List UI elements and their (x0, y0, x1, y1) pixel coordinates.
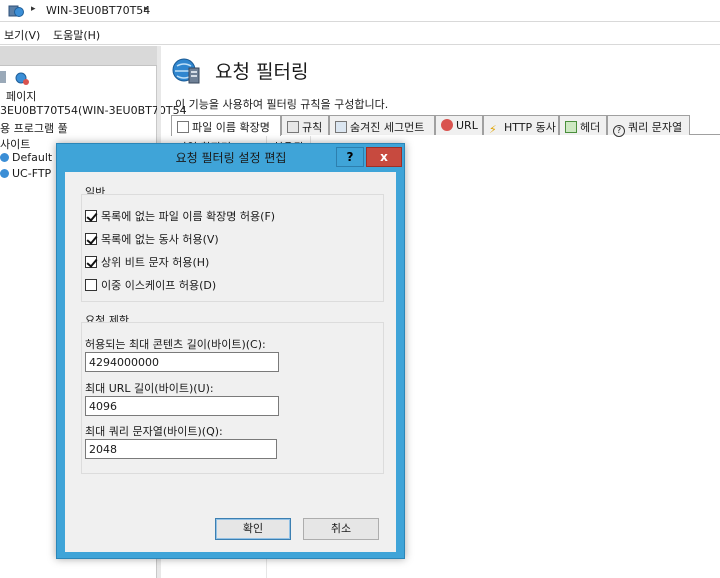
connections-toolbar (0, 68, 157, 88)
close-button[interactable]: x (366, 147, 402, 167)
breadcrumb-separator: ▸ (31, 4, 36, 14)
checkbox-box[interactable] (85, 279, 97, 291)
connect-icon[interactable] (14, 70, 30, 86)
url-icon (441, 119, 453, 131)
tab-label: 규칙 (302, 121, 323, 134)
tab-url[interactable]: URL (435, 115, 483, 135)
help-circle-icon: ? (613, 125, 625, 137)
globe-icon (0, 153, 9, 162)
tab-label: 쿼리 문자열 (628, 121, 683, 134)
checkbox-box[interactable] (85, 256, 97, 268)
lightning-icon: ⚡ (489, 123, 497, 136)
tab-strip: 파일 이름 확장명 규칙 숨겨진 세그먼트 URL ⚡ HTTP 동사 헤더 ? 쿼… (171, 115, 720, 137)
allow-double-escaping-checkbox[interactable]: 이중 이스케이프 허용(D) (85, 277, 216, 293)
tab-hidden-segments[interactable]: 숨겨진 세그먼트 (329, 115, 435, 135)
menu-help[interactable]: 도움말(H) (53, 27, 100, 43)
max-url-length-input[interactable]: 4096 (85, 396, 279, 416)
file-icon (177, 121, 189, 133)
checkbox-label: 목록에 없는 파일 이름 확장명 허용(F) (101, 210, 276, 223)
tree-item-uc-ftp[interactable]: UC-FTP (12, 167, 51, 180)
max-content-length-input[interactable]: 4294000000 (85, 352, 279, 372)
checkbox-label: 목록에 없는 동사 허용(V) (101, 233, 219, 246)
page-title: 요청 필터링 (215, 61, 309, 83)
tree-item-start-page[interactable]: 페이지 (6, 88, 36, 104)
checkbox-box[interactable] (85, 233, 97, 245)
edit-request-filtering-dialog: 요청 필터링 설정 편집 ? x 일반 목록에 없는 파일 이름 확장명 허용(… (56, 143, 405, 559)
hidden-segments-icon (335, 121, 347, 133)
tree-item-app-pools[interactable]: 용 프로그램 풀 (0, 120, 68, 136)
menu-view[interactable]: 보기(V) (4, 27, 40, 43)
allow-unlisted-extensions-checkbox[interactable]: 목록에 없는 파일 이름 확장명 허용(F) (85, 208, 275, 224)
tab-label: 파일 이름 확장명 (192, 121, 270, 134)
allow-unlisted-verbs-checkbox[interactable]: 목록에 없는 동사 허용(V) (85, 231, 219, 247)
tab-file-extensions[interactable]: 파일 이름 확장명 (171, 115, 281, 136)
tab-rules[interactable]: 규칙 (281, 115, 329, 135)
request-filtering-icon (172, 58, 200, 84)
checkbox-box[interactable] (85, 210, 97, 222)
tab-http-verbs[interactable]: ⚡ HTTP 동사 (483, 115, 559, 136)
max-content-length-label: 허용되는 최대 콘텐츠 길이(바이트)(C): (85, 338, 266, 351)
save-connection-icon[interactable] (0, 71, 6, 83)
tab-label: 헤더 (580, 121, 601, 134)
iis-server-icon (8, 5, 24, 17)
tab-label: URL (456, 119, 478, 132)
tree-item-sites[interactable]: 사이트 (0, 136, 30, 152)
checkbox-label: 상위 비트 문자 허용(H) (101, 256, 210, 269)
address-bar[interactable]: ▸ WIN-3EU0BT70T54 ▸ (0, 0, 720, 22)
tab-headers[interactable]: 헤더 (559, 115, 607, 135)
rules-icon (287, 121, 299, 133)
breadcrumb-server[interactable]: WIN-3EU0BT70T54 (46, 4, 150, 17)
headers-icon (565, 121, 577, 133)
menu-bar: 보기(V) 도움말(H) (0, 23, 720, 45)
cancel-button[interactable]: 취소 (303, 518, 379, 540)
dialog-body: 일반 목록에 없는 파일 이름 확장명 허용(F) 목록에 없는 동사 허용(V… (65, 172, 396, 552)
ok-button[interactable]: 확인 (215, 518, 291, 540)
help-button[interactable]: ? (336, 147, 364, 167)
tab-label: HTTP 동사 (504, 121, 556, 134)
breadcrumb-separator[interactable]: ▸ (144, 4, 149, 14)
globe-icon (0, 169, 9, 178)
tab-label: 숨겨진 세그먼트 (350, 121, 425, 134)
tab-query-strings[interactable]: ? 쿼리 문자열 (607, 115, 690, 137)
max-query-string-label: 최대 쿼리 문자열(바이트)(Q): (85, 425, 223, 438)
allow-high-bit-characters-checkbox[interactable]: 상위 비트 문자 허용(H) (85, 254, 209, 270)
page-description: 이 기능을 사용하여 필터링 규칙을 구성합니다. (175, 98, 389, 111)
max-url-length-label: 최대 URL 길이(바이트)(U): (85, 382, 214, 395)
max-query-string-input[interactable]: 2048 (85, 439, 277, 459)
checkbox-label: 이중 이스케이프 허용(D) (101, 279, 217, 292)
connections-header (0, 46, 157, 66)
